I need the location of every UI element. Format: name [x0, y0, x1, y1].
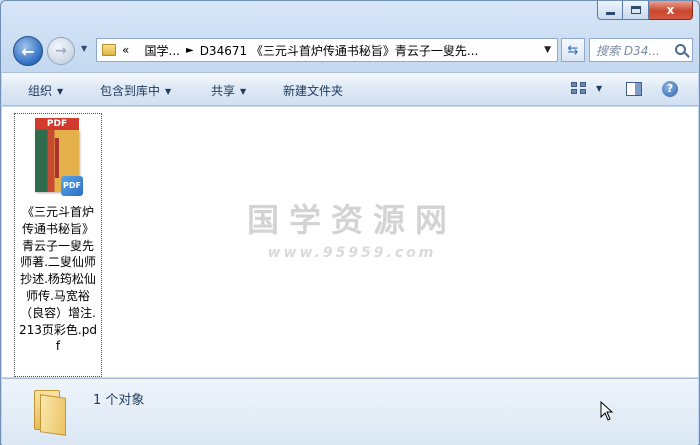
- address-dropdown-icon[interactable]: ▼: [544, 45, 551, 55]
- new-folder-label: 新建文件夹: [283, 84, 344, 98]
- chevron-down-icon: ▼: [57, 87, 64, 96]
- refresh-button[interactable]: ⇆: [561, 38, 585, 62]
- search-input[interactable]: 搜索 D34...: [589, 38, 693, 62]
- minimize-icon: [605, 11, 615, 15]
- maximize-button[interactable]: [623, 1, 649, 20]
- chevron-down-icon: ▼: [165, 87, 172, 96]
- include-in-library-label: 包含到库中: [100, 84, 161, 98]
- file-list-area[interactable]: 国学资源网 www.95959.com PDF PDF 《三元斗首炉传通书秘旨》…: [2, 107, 698, 377]
- organize-button[interactable]: 组织 ▼: [28, 82, 63, 99]
- help-icon[interactable]: ?: [662, 81, 678, 97]
- folder-large-icon: [30, 386, 70, 436]
- refresh-icon: ⇆: [567, 42, 579, 58]
- minimize-button[interactable]: [597, 1, 623, 20]
- breadcrumb-separator: [135, 45, 138, 56]
- status-bar: 1 个对象: [2, 378, 698, 445]
- arrow-right-icon: →: [55, 43, 67, 59]
- breadcrumb-overflow[interactable]: «: [122, 43, 129, 57]
- file-item-pdf[interactable]: PDF PDF 《三元斗首炉传通书秘旨》青云子一叟先师著.二叟仙师抄述.杨筠松仙…: [14, 113, 102, 377]
- explorer-window: x ← → ▼ « 国学... ► D34671 《三元斗首炉传通书秘旨》青云子…: [0, 0, 700, 445]
- item-count: 1 个对象: [93, 393, 145, 408]
- share-label: 共享: [211, 84, 236, 98]
- pdf-tag: PDF: [35, 118, 79, 130]
- pdf-badge-icon: PDF: [61, 176, 83, 196]
- recent-pages-dropdown[interactable]: ▼: [81, 44, 87, 53]
- close-icon: x: [666, 3, 675, 17]
- folder-icon: [102, 44, 116, 56]
- pdf-file-icon: PDF PDF: [34, 118, 84, 196]
- breadcrumb-parent[interactable]: 国学...: [145, 42, 180, 59]
- view-options-icon[interactable]: [571, 82, 587, 96]
- breadcrumb-current[interactable]: D34671 《三元斗首炉传通书秘旨》青云子一叟先...: [200, 42, 479, 59]
- watermark: 国学资源网 www.95959.com: [242, 195, 462, 261]
- watermark-title: 国学资源网: [246, 201, 457, 239]
- view-dropdown-icon[interactable]: ▼: [596, 84, 602, 93]
- file-name: 《三元斗首炉传通书秘旨》青云子一叟先师著.二叟仙师抄述.杨筠松仙师传.马宽裕（良…: [19, 205, 97, 354]
- chevron-right-icon[interactable]: ►: [186, 45, 194, 56]
- organize-label: 组织: [28, 84, 53, 98]
- maximize-icon: [630, 6, 641, 14]
- search-placeholder: 搜索 D34...: [596, 43, 660, 58]
- search-icon[interactable]: [675, 44, 686, 55]
- include-in-library-button[interactable]: 包含到库中 ▼: [100, 82, 171, 99]
- chevron-down-icon: ▼: [240, 87, 247, 96]
- mouse-cursor-icon: [600, 401, 614, 421]
- new-folder-button[interactable]: 新建文件夹: [283, 82, 343, 99]
- caption-buttons: x: [597, 1, 693, 20]
- share-button[interactable]: 共享 ▼: [211, 82, 246, 99]
- address-bar[interactable]: « 国学... ► D34671 《三元斗首炉传通书秘旨》青云子一叟先... ▼: [96, 38, 558, 62]
- close-button[interactable]: x: [649, 1, 693, 20]
- back-button[interactable]: ←: [13, 36, 43, 66]
- watermark-url: www.95959.com: [267, 245, 437, 261]
- forward-button[interactable]: →: [47, 37, 75, 65]
- preview-pane-icon[interactable]: [626, 82, 642, 96]
- arrow-left-icon: ←: [21, 41, 35, 61]
- command-bar: 组织 ▼ 包含到库中 ▼ 共享 ▼ 新建文件夹 ▼ ?: [2, 72, 698, 106]
